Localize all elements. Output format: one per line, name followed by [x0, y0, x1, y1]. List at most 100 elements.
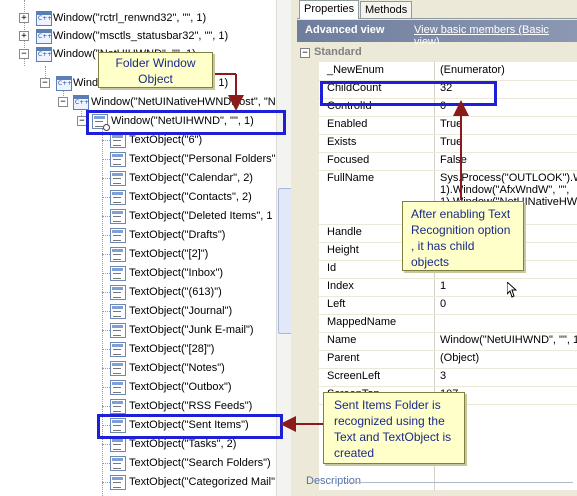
property-value[interactable]: True [440, 118, 577, 130]
tree-item-textobject[interactable]: TextObject("Inbox") [0, 264, 276, 282]
property-row[interactable]: Enabled True [319, 116, 577, 135]
text-object-icon [110, 133, 126, 148]
tree-item-textobject[interactable]: TextObject("(613)") [0, 283, 276, 301]
property-name: Name [327, 334, 357, 346]
tree-item-textobject[interactable]: TextObject("Journal") [0, 302, 276, 320]
property-value[interactable]: 0 [440, 298, 577, 310]
text-object-icon [110, 152, 126, 167]
tree-item-textobject[interactable]: TextObject("Personal Folders" [0, 150, 276, 168]
tree-connector [102, 482, 110, 483]
property-row[interactable]: _NewEnum (Enumerator) [319, 62, 577, 81]
window-icon: C++ [36, 47, 52, 62]
tree-connector [102, 140, 110, 141]
tree-item-label: Window("NetUINativeHWNDHost", "NU [91, 96, 284, 108]
tree-item-textobject[interactable]: TextObject("Deleted Items", 1 [0, 207, 276, 225]
tree-item-textobject[interactable]: TextObject("Junk E-mail") [0, 321, 276, 339]
collapse-icon[interactable]: − [300, 48, 310, 58]
text-object-icon [110, 380, 126, 395]
tree-connector [102, 292, 110, 293]
scrollbar-thumb[interactable] [278, 188, 291, 334]
tree-connector [102, 273, 110, 274]
property-name: _NewEnum [327, 64, 384, 76]
tree-item-textobject[interactable]: TextObject("Drafts") [0, 226, 276, 244]
property-value[interactable]: 3 [440, 370, 577, 382]
property-row[interactable]: Parent (Object) [319, 350, 577, 369]
tree-item[interactable]: + C++ Window("msctls_statusbar32", "", 1… [0, 27, 276, 45]
tree-item-textobject[interactable]: TextObject("Outbox") [0, 378, 276, 396]
grid-gutter [297, 62, 319, 490]
text-object-icon [110, 323, 126, 338]
text-object-icon [110, 456, 126, 471]
property-row[interactable]: Index 1 [319, 278, 577, 297]
tree-item-label: TextObject("Search Folders") [129, 457, 271, 469]
tree-item-label: TextObject("(613)") [129, 286, 222, 298]
expand-icon[interactable]: + [19, 13, 29, 23]
property-name: Height [327, 244, 359, 256]
property-name: Index [327, 280, 354, 292]
property-value[interactable]: False [440, 154, 577, 166]
collapse-icon[interactable]: − [19, 49, 29, 59]
property-value[interactable]: True [440, 136, 577, 148]
tree-connector [102, 159, 110, 160]
collapse-icon[interactable]: − [58, 97, 68, 107]
property-name: MappedName [327, 316, 397, 328]
property-value[interactable]: (Object) [440, 352, 577, 364]
tree-item-textobject[interactable]: TextObject("Calendar", 2) [0, 169, 276, 187]
tree-item-textobject[interactable]: TextObject("[2]") [0, 245, 276, 263]
category-label: Standard [314, 46, 362, 58]
property-value[interactable]: Sys.Process("OUTLOOK").W [440, 172, 577, 184]
tree-item-label: TextObject("Inbox") [129, 267, 224, 279]
tree-item-label: TextObject("Deleted Items", 1 [129, 210, 273, 222]
tree-connector [102, 349, 110, 350]
window-icon: C++ [36, 11, 52, 26]
property-name: Parent [327, 352, 360, 364]
tree-item[interactable]: − C++ Window("NetUINativeHWNDHost", "NU [0, 93, 284, 111]
property-name: Enabled [327, 118, 368, 130]
tree-connector [102, 406, 110, 407]
tree-item-textobject[interactable]: TextObject("[28]") [0, 340, 276, 358]
property-row[interactable]: MappedName [319, 314, 577, 333]
property-row[interactable]: Name Window("NetUIHWND", "", 1 [319, 332, 577, 351]
tab-methods[interactable]: Methods [360, 1, 413, 18]
tree-item-textobject[interactable]: TextObject("Contacts", 2) [0, 188, 276, 206]
text-object-icon [110, 266, 126, 281]
property-value-continued: 1).Window("AfxWndW", "", [440, 184, 570, 196]
tree-connector [102, 235, 110, 236]
property-name: Id [327, 262, 337, 274]
category-row[interactable]: − Standard [297, 44, 577, 62]
property-value[interactable]: (Enumerator) [440, 64, 577, 76]
tree-item-label: TextObject("Categorized Mail" [129, 476, 275, 488]
tree-connector [102, 197, 110, 198]
text-object-icon [110, 361, 126, 376]
view-header: Advanced view View basic members (Basic … [297, 20, 577, 48]
tree-item-label: TextObject("Contacts", 2) [129, 191, 252, 203]
mouse-cursor-icon [507, 282, 517, 298]
tree-item-textobject[interactable]: TextObject("Search Folders") [0, 454, 276, 472]
highlight-childcount [320, 81, 497, 106]
tree-item-textobject[interactable]: TextObject("Categorized Mail" [0, 473, 276, 491]
tree-item-label: TextObject("Outbox") [129, 381, 232, 393]
tree-connector [102, 368, 110, 369]
highlight-netuihwnd [86, 110, 286, 135]
tree-item[interactable]: + C++ Window("rctrl_renwnd32", "", 1) [0, 9, 276, 27]
expand-icon[interactable]: + [19, 31, 29, 41]
text-object-icon [110, 190, 126, 205]
property-value[interactable]: Window("NetUIHWND", "", 1 [440, 334, 577, 346]
text-object-icon [110, 399, 126, 414]
property-row[interactable]: Focused False [319, 152, 577, 171]
tree-item-textobject[interactable]: TextObject("Notes") [0, 359, 276, 377]
tab-properties[interactable]: Properties [299, 0, 360, 19]
description-divider [345, 482, 573, 483]
tree-item-label: TextObject("Calendar", 2) [129, 172, 253, 184]
property-row[interactable]: ScreenLeft 3 [319, 368, 577, 387]
property-name: FullName [327, 172, 375, 184]
text-object-icon [110, 342, 126, 357]
advanced-view-title: Advanced view [305, 24, 385, 36]
text-object-icon [110, 285, 126, 300]
property-row[interactable]: Left 0 [319, 296, 577, 315]
window-icon: C++ [56, 76, 72, 91]
property-row[interactable]: Exists True [319, 134, 577, 153]
tree-item-textobject[interactable]: TextObject("RSS Feeds") [0, 397, 276, 415]
tree-item-label: TextObject("[28]") [129, 343, 215, 355]
collapse-icon[interactable]: − [40, 78, 50, 88]
